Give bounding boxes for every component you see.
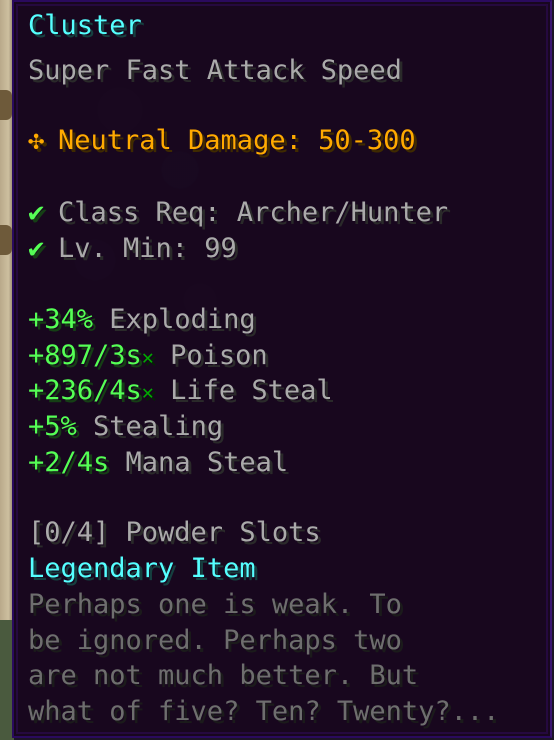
check-icon: ✔	[28, 233, 45, 264]
identification-row: +236/4s✕ Life Steal	[28, 373, 333, 410]
lore-line: Perhaps one is weak. To	[28, 589, 402, 620]
item-name: Cluster	[28, 10, 142, 41]
item-tooltip: Cluster Super Fast Attack Speed ✣ Neutral…	[12, 0, 552, 738]
identification-suffix: ✕	[141, 345, 154, 369]
identification-name: Stealing	[93, 411, 224, 442]
identification-value: +236/4s	[28, 375, 142, 406]
requirement-text: Class Req: Archer/Hunter	[58, 197, 449, 228]
identification-row: +34% Exploding	[28, 302, 256, 339]
identification-row: +2/4s Mana Steal	[28, 445, 288, 482]
game-screen: Cluster Super Fast Attack Speed ✣ Neutral…	[0, 0, 554, 740]
check-icon: ✔	[28, 197, 45, 228]
inventory-slot-fragment	[0, 225, 12, 255]
identification-value: +897/3s	[28, 340, 142, 371]
identification-name: Mana Steal	[125, 447, 289, 478]
identification-name: Life Steal	[170, 375, 333, 406]
identification-value: +2/4s	[28, 447, 110, 478]
identification-suffix: ✕	[141, 380, 154, 404]
damage-line: ✣ Neutral Damage: 50-300	[28, 123, 416, 159]
neutral-damage-icon: ✣	[28, 125, 45, 156]
lore-line: what of five? Ten? Twenty?...	[28, 696, 500, 727]
identification-row: +897/3s✕ Poison	[28, 338, 268, 375]
identification-value: +34%	[28, 304, 94, 335]
identification-value: +5%	[28, 411, 77, 442]
damage-text: Neutral Damage: 50-300	[58, 125, 416, 156]
identification-name: Exploding	[109, 304, 256, 335]
powder-slots: [0/4] Powder Slots	[28, 517, 321, 548]
requirement-class: ✔ Class Req: Archer/Hunter	[28, 195, 448, 231]
rarity-tier: Legendary Item	[28, 553, 256, 584]
lore-line: are not much better. But	[28, 660, 419, 691]
identification-name: Poison	[170, 340, 268, 371]
inventory-slot-fragment	[0, 90, 12, 120]
lore-line: be ignored. Perhaps two	[28, 625, 402, 656]
requirement-text: Lv. Min: 99	[58, 233, 237, 264]
identification-row: +5% Stealing	[28, 409, 223, 446]
attack-speed: Super Fast Attack Speed	[28, 55, 402, 86]
requirement-level: ✔ Lv. Min: 99	[28, 231, 237, 267]
